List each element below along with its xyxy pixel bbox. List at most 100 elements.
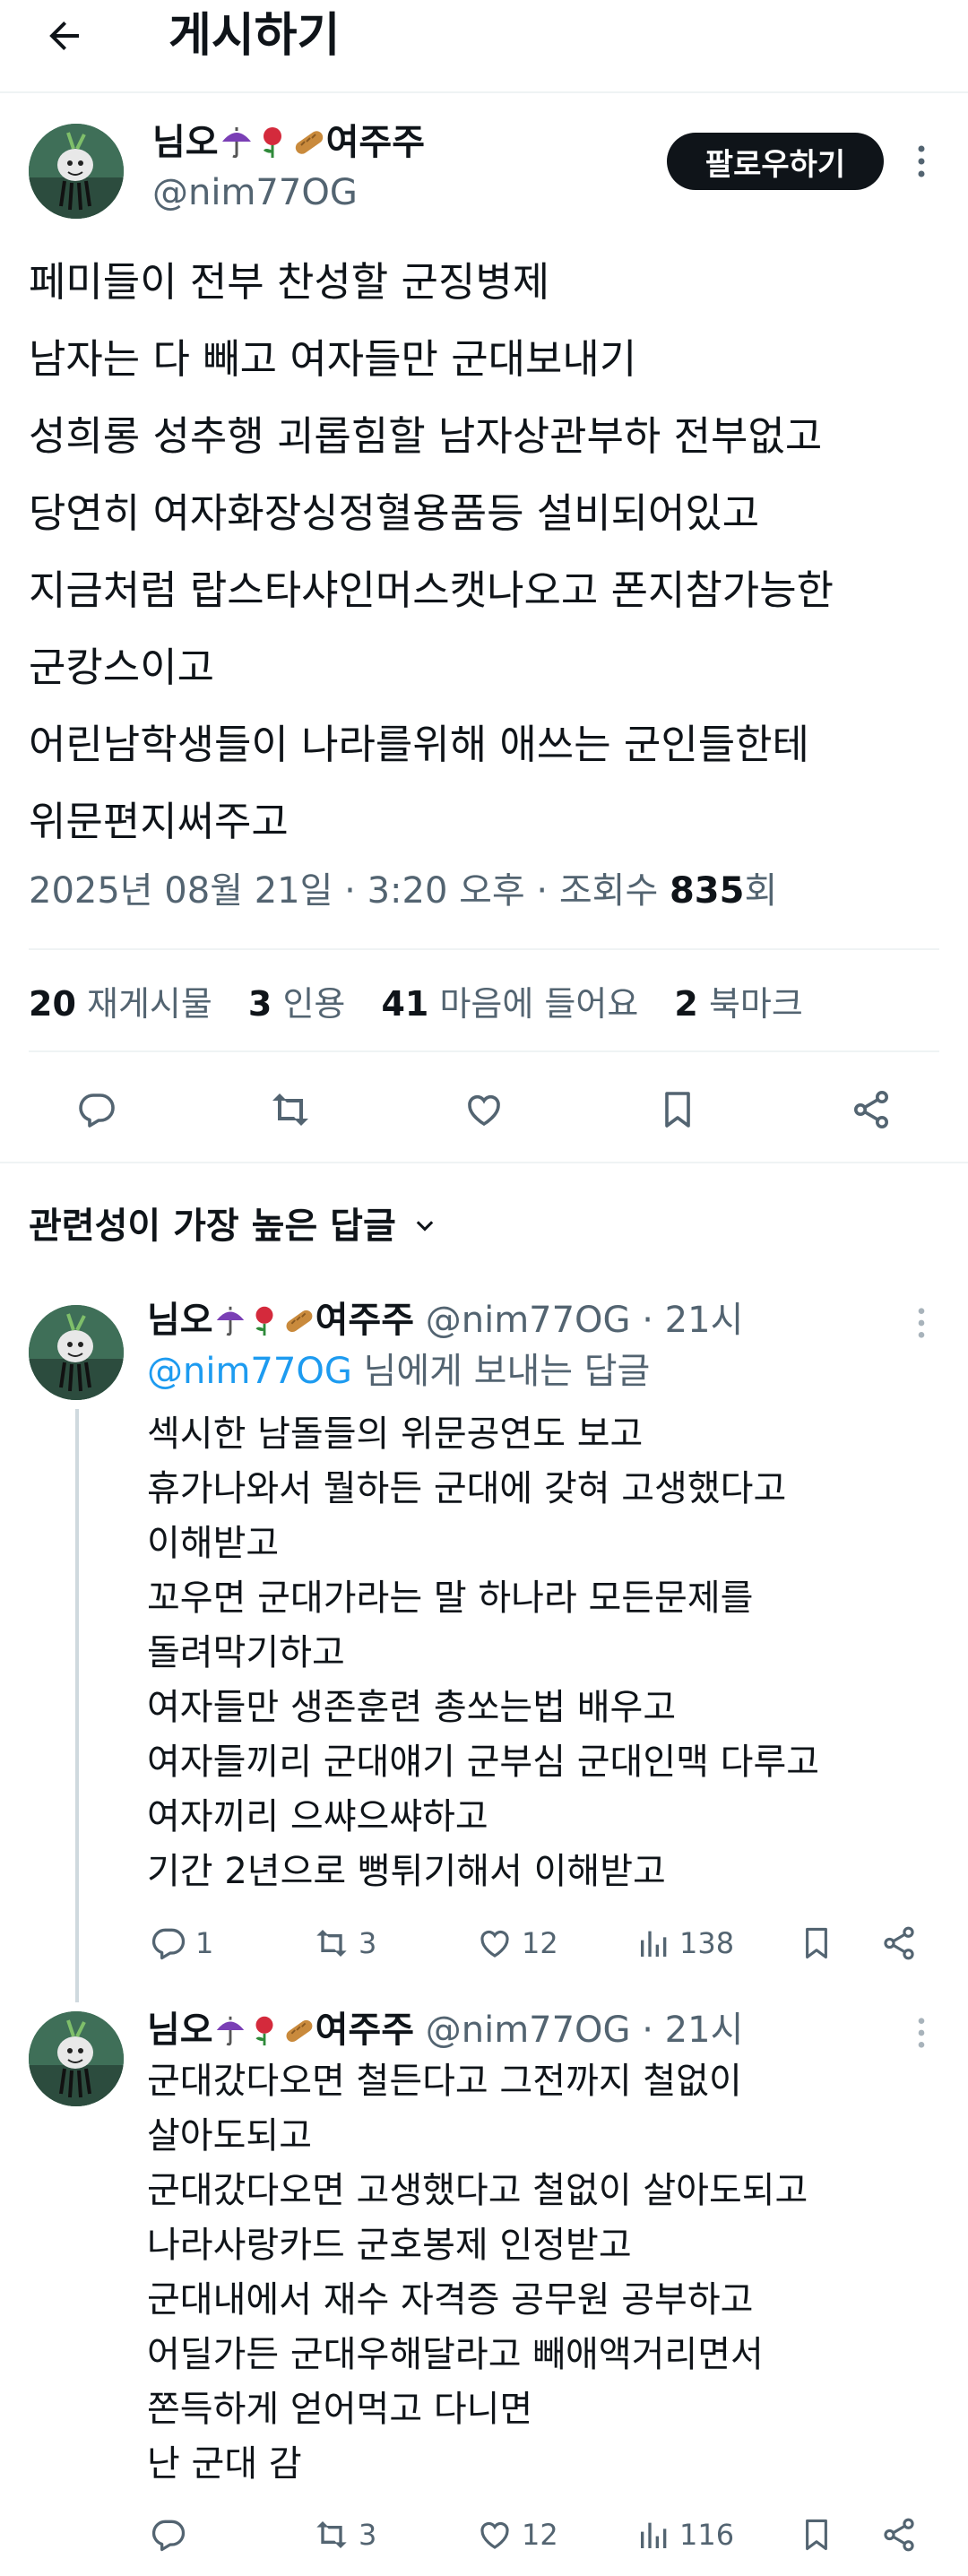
reply-text: 섹시한 남돌들의 위문공연도 보고 휴가나와서 뭘하든 군대에 갖혀 고생했다고…	[147, 1407, 819, 1899]
views-button[interactable]: 116	[636, 2508, 734, 2562]
bookmarks-label[interactable]: 북마크	[709, 984, 803, 1024]
rose-icon	[255, 124, 290, 160]
bookmark-icon[interactable]	[799, 2508, 841, 2562]
reply-icon[interactable]	[68, 1081, 125, 1138]
post-line: 어린남학생들이 나라를위해 애쓰는 군인들한테	[29, 721, 809, 768]
reply-line: 돌려막기하고	[147, 1632, 345, 1673]
like-button[interactable]: 12	[475, 1916, 558, 1970]
back-arrow-icon[interactable]	[36, 7, 93, 65]
reply-action-bar: 1 3 12 138	[147, 1916, 936, 1970]
post-line: 페미들이 전부 찬성할 군징병제	[29, 258, 550, 306]
reply-button[interactable]: 1	[149, 1916, 213, 1970]
views-count: 138	[679, 1926, 735, 1960]
chevron-down-icon	[412, 1214, 437, 1239]
post-timestamp: 2025년 08월 21일 · 3:20 오후 · 조회수 835회	[29, 870, 778, 912]
bookmark-icon[interactable]	[799, 1916, 841, 1970]
reply-author-name[interactable]: 님오 여주주	[147, 1300, 414, 1341]
reply-handle-time[interactable]: @nim77OG · 21시	[414, 1300, 744, 1341]
repost-icon[interactable]	[262, 1081, 319, 1138]
share-icon[interactable]	[843, 1081, 900, 1138]
avatar[interactable]	[29, 124, 124, 219]
follow-button[interactable]: 팔로우하기	[667, 133, 884, 190]
bookmarks-count[interactable]: 2	[674, 984, 697, 1024]
more-options-icon[interactable]	[905, 2006, 938, 2060]
page-title: 게시하기	[169, 9, 341, 63]
reply-line: 나라사랑카드 군호봉제 인정받고	[147, 2225, 632, 2266]
bookmark-icon[interactable]	[649, 1081, 706, 1138]
reply-button[interactable]	[149, 2508, 195, 2562]
avatar[interactable]	[29, 1305, 124, 1400]
post-line: 성희롱 성추행 괴롭힘할 남자상관부하 전부없고	[29, 412, 823, 460]
reply-line: 섹시한 남돌들의 위문공연도 보고	[147, 1413, 644, 1455]
quotes-label[interactable]: 인용	[282, 984, 345, 1024]
author-handle[interactable]: @nim77OG	[152, 169, 358, 217]
post-text: 페미들이 전부 찬성할 군징병제 남자는 다 빼고 여자들만 군대보내기 성희롱…	[29, 244, 943, 860]
avatar[interactable]	[29, 2011, 124, 2106]
repost-count: 3	[359, 1926, 377, 1960]
rose-icon	[247, 1303, 281, 1337]
share-icon[interactable]	[880, 1916, 925, 1970]
repost-icon	[316, 1930, 347, 1957]
reply-line: 쫀득하게 얻어먹고 다니면	[147, 2389, 533, 2430]
likes-label[interactable]: 마음에 들어요	[439, 984, 638, 1024]
post-line: 군캉스이고	[29, 644, 215, 691]
reply-icon	[151, 2520, 186, 2552]
like-count: 12	[522, 2518, 558, 2552]
reply-line: 군대내에서 재수 자격증 공무원 공부하고	[147, 2279, 754, 2321]
engagement-stats: 20 재게시물 3 인용 41 마음에 들어요 2 북마크	[29, 977, 828, 1031]
reply-line: 여자들만 생존훈련 총쏘는법 배우고	[147, 1687, 677, 1728]
bread-icon	[290, 124, 326, 160]
views-icon	[641, 2522, 667, 2548]
reply-line: 이해받고	[147, 1523, 280, 1564]
reply-author-name[interactable]: 님오 여주주	[147, 2010, 414, 2051]
reply-header: 님오 여주주 @nim77OG · 21시	[147, 1296, 743, 1344]
reply-line: 여자들끼리 군대얘기 군부심 군대인맥 다루고	[147, 1742, 820, 1783]
reply-icon	[151, 1928, 186, 1960]
quotes-count[interactable]: 3	[248, 984, 272, 1024]
like-icon	[480, 2521, 509, 2549]
rose-icon	[247, 2013, 281, 2047]
repost-button[interactable]: 3	[312, 1916, 376, 1970]
reply-header: 님오 여주주 @nim77OG · 21시	[147, 2006, 743, 2054]
like-button[interactable]: 12	[475, 2508, 558, 2562]
reply-handle-time[interactable]: @nim77OG · 21시	[414, 2010, 744, 2051]
bread-icon	[281, 1303, 315, 1337]
reply-text: 군대갔다오면 철든다고 그전까지 철없이 살아도되고 군대갔다오면 고생했다고 …	[147, 2054, 808, 2492]
thread-connector-line	[75, 1409, 79, 2002]
reply-line: 군대갔다오면 철든다고 그전까지 철없이	[147, 2061, 742, 2102]
post-line: 당연히 여자화장싱정혈용품등 설비되어있고	[29, 489, 760, 537]
reply-line: 난 군대 감	[147, 2443, 302, 2485]
more-options-icon[interactable]	[905, 1296, 938, 1350]
reply-line: 살아도되고	[147, 2115, 312, 2157]
mention-link[interactable]: @nim77OG	[147, 1351, 352, 1392]
post-line: 남자는 다 빼고 여자들만 군대보내기	[29, 335, 637, 383]
replying-to: @nim77OG 님에게 보내는 답글	[147, 1351, 651, 1392]
divider	[29, 1050, 939, 1052]
likes-count[interactable]: 41	[381, 984, 428, 1024]
like-icon	[480, 1930, 509, 1958]
reply-line: 꼬우면 군대가라는 말 하나라 모든문제를	[147, 1578, 754, 1619]
reposts-label[interactable]: 재게시물	[87, 984, 212, 1024]
top-bar: 게시하기	[0, 0, 968, 93]
reply-line: 여자끼리 으쌰으쌰하고	[147, 1796, 488, 1837]
umbrella-icon	[219, 124, 255, 160]
reply-line: 군대갔다오면 고생했다고 철없이 살아도되고	[147, 2170, 808, 2211]
section-divider	[0, 1162, 968, 1163]
post-action-bar	[0, 1072, 968, 1153]
like-icon[interactable]	[455, 1081, 513, 1138]
reposts-count[interactable]: 20	[29, 984, 76, 1024]
views-icon	[641, 1931, 667, 1957]
umbrella-icon	[213, 2013, 247, 2047]
reply-sort-dropdown[interactable]: 관련성이 가장 높은 답글	[29, 1199, 437, 1253]
like-count: 12	[522, 1926, 558, 1960]
divider	[29, 948, 939, 950]
views-button[interactable]: 138	[636, 1916, 734, 1970]
reply-action-bar: 3 12 116	[147, 2508, 936, 2562]
reply-line: 휴가나와서 뭘하든 군대에 갖혀 고생했다고	[147, 1468, 787, 1509]
author-name[interactable]: 님오 여주주	[152, 118, 425, 167]
post-line: 위문편지써주고	[29, 798, 289, 845]
share-icon[interactable]	[880, 2508, 925, 2562]
repost-button[interactable]: 3	[312, 2508, 376, 2562]
repost-icon	[316, 2521, 347, 2548]
more-options-icon[interactable]	[905, 134, 938, 188]
